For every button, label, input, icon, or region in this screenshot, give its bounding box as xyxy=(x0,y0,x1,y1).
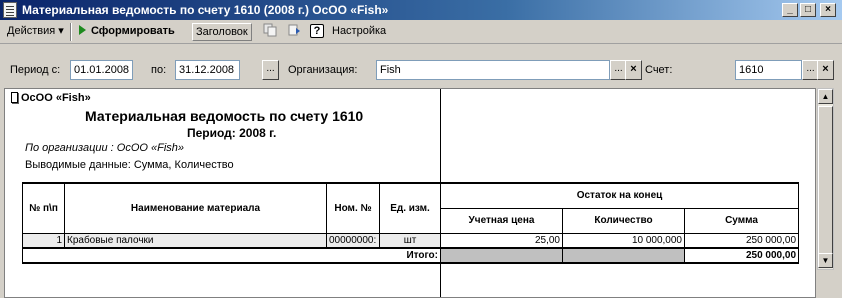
col-header-unit: Ед. изм. xyxy=(379,182,441,234)
cell-num: 1 xyxy=(22,232,65,248)
total-price-cell xyxy=(440,246,563,264)
account-clear-button[interactable]: × xyxy=(817,60,834,80)
organization-field[interactable]: Fish xyxy=(376,60,610,80)
account-field[interactable]: 1610 xyxy=(735,60,802,80)
scroll-thumb[interactable] xyxy=(818,106,833,268)
report-data-line: Выводимые данные: Сумма, Количество xyxy=(25,159,234,171)
help-button[interactable]: ? xyxy=(307,23,327,41)
chevron-down-icon: ▾ xyxy=(58,25,64,37)
generate-label: Сформировать xyxy=(91,25,175,37)
window-title: Материальная ведомость по счету 1610 (20… xyxy=(22,3,389,17)
help-icon: ? xyxy=(310,24,324,38)
report-sheet[interactable]: ОсОО «Fish» Материальная ведомость по сч… xyxy=(4,88,816,298)
close-button[interactable]: × xyxy=(820,3,836,17)
col-header-nom: Ном. № xyxy=(326,182,380,234)
period-choose-button[interactable]: ... xyxy=(262,60,279,80)
period-to-field[interactable]: 31.12.2008 xyxy=(175,60,240,80)
total-qty-cell xyxy=(562,246,685,264)
toolbar: Действия ▾ Сформировать Заголовок ? Наст… xyxy=(0,20,842,44)
play-icon xyxy=(79,25,86,35)
generate-button[interactable]: Сформировать xyxy=(76,23,178,41)
organization-clear-button[interactable]: × xyxy=(625,60,642,80)
period-from-field[interactable]: 01.01.2008 xyxy=(70,60,133,80)
scroll-down-button[interactable]: ▼ xyxy=(818,253,833,268)
col-header-num: № п\п xyxy=(22,182,65,234)
report-org-tag-text: ОсОО «Fish» xyxy=(21,92,91,104)
group-marker-icon xyxy=(11,92,18,103)
report-title: Материальная ведомость по счету 1610 xyxy=(85,108,364,124)
load-settings-button[interactable] xyxy=(284,23,304,41)
account-label: Счет: xyxy=(645,64,673,76)
parameters-panel: Период с: 01.01.2008 по: 31.12.2008 ... … xyxy=(0,45,842,87)
title-bar: Материальная ведомость по счету 1610 (20… xyxy=(0,0,842,20)
maximize-button[interactable]: □ xyxy=(800,3,816,17)
minimize-button[interactable]: _ xyxy=(782,3,798,17)
arrows-icon xyxy=(288,24,300,36)
vertical-scrollbar[interactable]: ▲ ▼ xyxy=(817,88,834,270)
document-icon xyxy=(3,2,17,18)
col-header-price: Учетная цена xyxy=(440,207,563,234)
report-org-tag: ОсОО «Fish» xyxy=(11,92,91,104)
report-table: № п\п Наименование материала Ном. № Ед. … xyxy=(22,182,800,264)
cell-nom: 00000000: xyxy=(326,232,380,248)
total-sum: 250 000,00 xyxy=(683,246,800,264)
col-header-sum: Сумма xyxy=(683,207,800,234)
col-header-name: Наименование материала xyxy=(64,182,327,234)
header-toggle-button[interactable]: Заголовок xyxy=(192,23,252,41)
period-to-label: по: xyxy=(151,64,167,76)
toolbar-separator xyxy=(70,23,72,41)
col-header-group: Остаток на конец xyxy=(439,182,800,209)
col-header-qty: Количество xyxy=(562,207,685,234)
table-row[interactable]: 1 Крабовые палочки 00000000: шт 25,00 10… xyxy=(22,232,800,248)
total-label: Итого: xyxy=(22,246,441,264)
copy-icon xyxy=(263,23,277,37)
scroll-up-button[interactable]: ▲ xyxy=(818,89,833,104)
settings-button[interactable]: Настройка xyxy=(329,23,389,41)
cell-price: 25,00 xyxy=(440,232,563,248)
report-period: Период: 2008 г. xyxy=(187,126,277,140)
report-organization-line: По организации : ОсОО «Fish» xyxy=(25,142,185,154)
cell-unit: шт xyxy=(379,232,441,248)
cell-qty: 10 000,000 xyxy=(562,232,685,248)
cell-name: Крабовые палочки xyxy=(64,232,327,248)
period-from-label: Период с: xyxy=(10,64,61,76)
actions-label: Действия xyxy=(7,25,56,37)
actions-menu[interactable]: Действия ▾ xyxy=(4,23,67,41)
organization-label: Организация: xyxy=(288,64,358,76)
total-row: Итого: 250 000,00 xyxy=(22,246,800,264)
cell-sum: 250 000,00 xyxy=(683,232,800,248)
copy-settings-button[interactable] xyxy=(260,23,280,41)
